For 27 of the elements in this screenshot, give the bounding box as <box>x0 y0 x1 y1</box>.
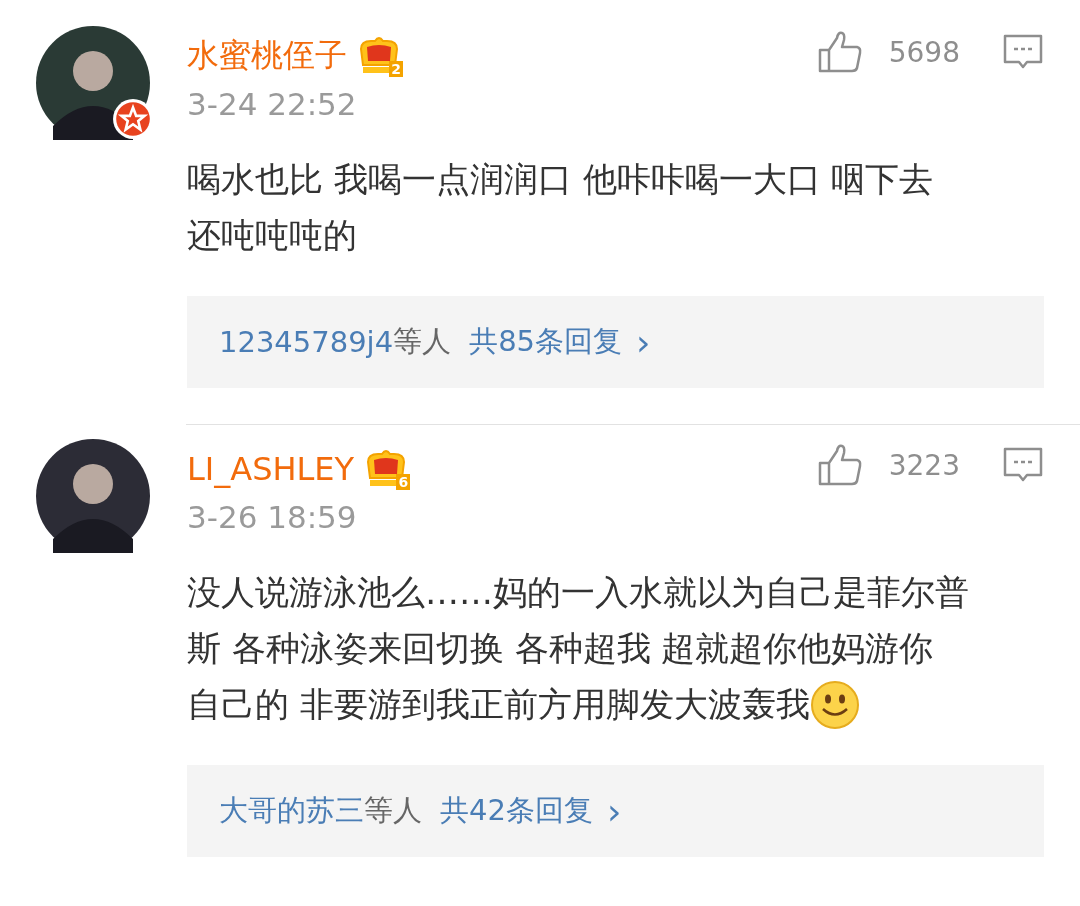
reply-users[interactable]: 大哥的苏三 <box>219 791 364 831</box>
chevron-icon[interactable]: › <box>606 790 622 832</box>
chevron-icon[interactable]: › <box>636 321 651 363</box>
reply-count-link[interactable]: 共85条回复 <box>469 322 623 362</box>
reply-count-link[interactable]: 共42条回复 <box>440 791 593 831</box>
username[interactable]: LI_ASHLEY <box>187 450 355 488</box>
reply-suffix: 等人 <box>393 323 452 360</box>
replies-panel[interactable]: 大哥的苏三等人 共42条回复 › <box>187 765 1044 857</box>
comment-time: 3-26 18:59 <box>187 499 358 535</box>
comment-time: 3-24 22:52 <box>187 86 358 122</box>
reply-suffix: 等人 <box>364 792 422 829</box>
comment-text: 喝水也比 我喝一点润润口 他咔咔喝一大口 咽下去 <box>187 158 934 201</box>
avatar[interactable] <box>36 26 150 140</box>
comment-text: 还吨吨吨的 <box>187 214 357 257</box>
avatar[interactable] <box>36 439 150 553</box>
comment-text: 没人说游泳池么……妈的一入水就以为自己是菲尔普 <box>187 571 969 614</box>
like-count: 3223 <box>888 448 960 482</box>
replies-panel[interactable]: 12345789j4等人 共85条回复 › <box>187 296 1044 388</box>
comment-icon[interactable] <box>1002 446 1044 484</box>
thumbs-up-icon[interactable] <box>816 30 863 74</box>
comment-icon[interactable] <box>1002 33 1044 71</box>
thumbs-up-icon[interactable] <box>816 443 863 487</box>
comment-text: 斯 各种泳姿来回切换 各种超我 超就超你他妈游你 <box>187 627 934 670</box>
comment-text: 自己的 非要游到我正前方用脚发大波轰我 <box>187 683 810 726</box>
username[interactable]: 水蜜桃侄子 <box>187 34 347 78</box>
like-count: 5698 <box>888 35 960 69</box>
reply-users[interactable]: 12345789j4 <box>219 325 394 359</box>
